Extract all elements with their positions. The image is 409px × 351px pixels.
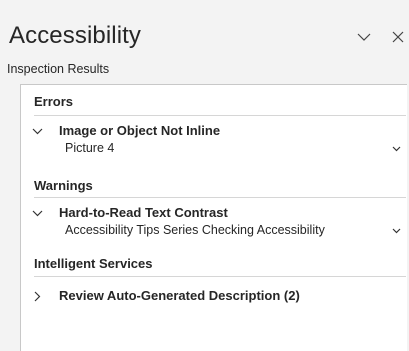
task-pane-options-button[interactable] <box>355 28 373 46</box>
issue-image-not-inline[interactable]: Image or Object Not Inline Picture 4 <box>21 121 407 163</box>
object-actions-chevron-down-icon[interactable] <box>390 143 402 155</box>
category-divider <box>34 197 406 198</box>
issue-review-auto-generated-description[interactable]: Review Auto-Generated Description (2) <box>21 287 407 309</box>
category-divider <box>34 276 406 277</box>
chevron-down-icon <box>357 33 371 41</box>
category-intelligent-services: Intelligent Services <box>34 256 153 271</box>
category-divider <box>34 115 406 116</box>
expand-collapse-chevron-down-icon[interactable] <box>31 125 43 137</box>
close-icon <box>392 31 404 43</box>
accessibility-pane: Accessibility Inspection Results Errors <box>0 0 409 351</box>
expand-collapse-chevron-down-icon[interactable] <box>31 207 43 219</box>
close-pane-button[interactable] <box>389 28 407 46</box>
category-warnings: Warnings <box>34 178 93 193</box>
issue-title: Hard-to-Read Text Contrast <box>59 205 228 220</box>
pane-header: Accessibility <box>0 0 409 54</box>
issue-title: Review Auto-Generated Description (2) <box>59 288 300 303</box>
expand-collapse-chevron-right-icon[interactable] <box>31 290 43 302</box>
category-errors: Errors <box>34 94 74 109</box>
inspection-results-label: Inspection Results <box>7 62 110 76</box>
issue-title: Image or Object Not Inline <box>59 123 221 138</box>
pane-title: Accessibility <box>9 22 141 49</box>
inspection-results-list: Errors Image or Object Not Inline Pictur… <box>20 84 407 351</box>
issue-object[interactable]: Picture 4 <box>65 140 114 156</box>
issue-object[interactable]: Accessibility Tips Series Checking Acces… <box>65 222 325 238</box>
object-actions-chevron-down-icon[interactable] <box>390 225 402 237</box>
issue-hard-to-read-contrast[interactable]: Hard-to-Read Text Contrast Accessibility… <box>21 203 407 245</box>
